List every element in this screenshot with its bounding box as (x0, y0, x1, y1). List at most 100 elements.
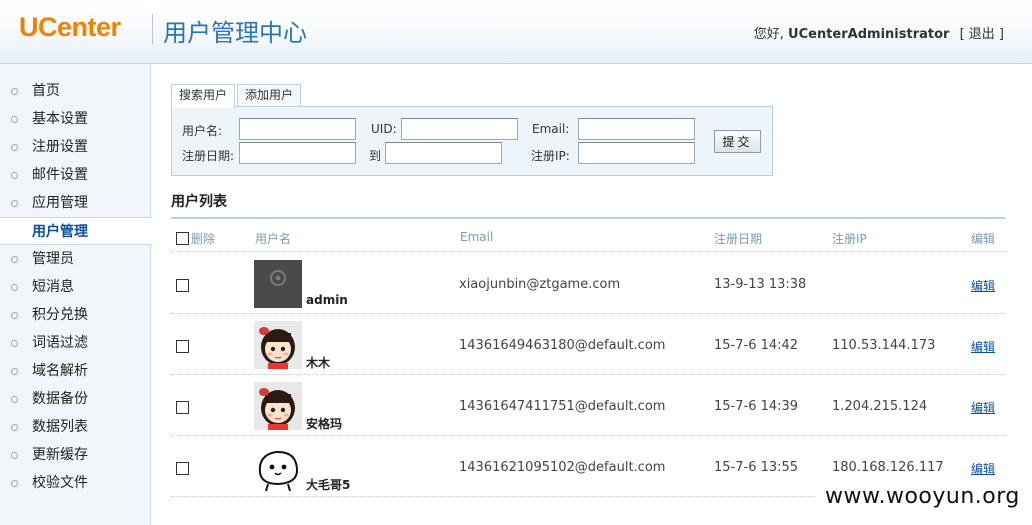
sidebar-menu: 首页基本设置注册设置邮件设置应用管理用户管理管理员短消息积分兑换词语过滤域名解析… (0, 64, 151, 497)
sidebar-item[interactable]: 更新缓存 (0, 441, 150, 469)
bullet-icon (11, 452, 18, 459)
row-delete-checkbox[interactable] (176, 462, 189, 475)
tab-bar: 搜索用户 添加用户 (171, 84, 303, 108)
bullet-icon (11, 88, 18, 95)
sidebar-item[interactable]: 管理员 (0, 245, 150, 273)
sidebar-item-label: 基本设置 (32, 111, 88, 127)
email-input[interactable] (578, 118, 695, 140)
sidebar-item-label: 应用管理 (32, 195, 88, 211)
row-edit-link[interactable]: 编辑 (971, 399, 995, 416)
delete-header-label: 删除 (191, 232, 216, 246)
sidebar-item-label: 域名解析 (32, 363, 88, 379)
row-username: admin (306, 293, 348, 307)
row-edit-link[interactable]: 编辑 (971, 338, 995, 355)
table-row: 木木 14361649463180@default.com 15-7-6 14:42… (171, 314, 1005, 375)
bullet-icon (11, 312, 18, 319)
username-input[interactable] (239, 118, 356, 140)
sidebar-item[interactable]: 用户管理 (0, 217, 151, 245)
bullet-icon (11, 256, 18, 263)
sidebar-item[interactable]: 域名解析 (0, 357, 150, 385)
sidebar-item-label: 首页 (32, 83, 60, 99)
search-form: 用户名: UID: Email: 注册日期: 到 注册IP: 提交 (171, 106, 773, 176)
sidebar-item[interactable]: 校验文件 (0, 469, 150, 497)
sidebar-item-label: 数据备份 (32, 391, 88, 407)
row-regdate: 15-7-6 14:39 (714, 399, 799, 414)
header: UCenter 用户管理中心 您好, UCenterAdministrator … (0, 0, 1032, 64)
uid-label: UID: (371, 122, 397, 136)
watermark: www.wooyun.org (815, 480, 1032, 514)
submit-button[interactable]: 提交 (714, 130, 761, 153)
sidebar-item-label: 更新缓存 (32, 447, 88, 463)
sidebar-item-label: 用户管理 (32, 224, 88, 240)
row-email: 14361649463180@default.com (459, 338, 666, 353)
bullet-icon (11, 480, 18, 487)
sidebar-item-label: 积分兑换 (32, 307, 88, 323)
ucenter-logo[interactable]: UCenter (19, 12, 121, 43)
sidebar-item[interactable]: 应用管理 (0, 189, 150, 217)
greeting-text: 您好, (753, 27, 784, 42)
row-regdate: 13-9-13 13:38 (714, 277, 807, 292)
sidebar-item[interactable]: 数据列表 (0, 413, 150, 441)
sidebar-item[interactable]: 积分兑换 (0, 301, 150, 329)
regdate-to-input[interactable] (385, 142, 502, 164)
username-text: UCenterAdministrator (788, 27, 950, 42)
bullet-icon (11, 340, 18, 347)
sidebar-item-label: 管理员 (32, 251, 74, 267)
row-username: 安格玛 (306, 417, 343, 431)
regdate-from-input[interactable] (239, 142, 356, 164)
sidebar-item-label: 词语过滤 (32, 335, 88, 351)
sidebar-item[interactable]: 基本设置 (0, 105, 150, 133)
logout-link[interactable]: [ 退出 ] (960, 27, 1004, 42)
regip-column-header: 注册IP (832, 232, 867, 246)
tab-add-user[interactable]: 添加用户 (237, 84, 302, 107)
tab-search-users[interactable]: 搜索用户 (171, 84, 236, 108)
regip-label: 注册IP: (531, 149, 570, 163)
sidebar-item[interactable]: 邮件设置 (0, 161, 150, 189)
sidebar-item-label: 短消息 (32, 279, 74, 295)
row-delete-checkbox[interactable] (176, 279, 189, 292)
sidebar-item[interactable]: 注册设置 (0, 133, 150, 161)
list-divider (171, 217, 1005, 219)
row-username: 木木 (306, 356, 331, 370)
bullet-icon (11, 200, 18, 207)
edit-column-header: 编辑 (971, 232, 996, 246)
regip-input[interactable] (578, 142, 695, 164)
sidebar-item-label: 校验文件 (32, 475, 88, 491)
row-regip: 180.168.126.117 (832, 460, 944, 475)
email-column-header: Email (460, 230, 494, 244)
table-row: 安格玛 14361647411751@default.com 15-7-6 14:3… (171, 375, 1005, 436)
bullet-icon (11, 396, 18, 403)
user-avatar[interactable] (254, 260, 302, 308)
user-avatar[interactable] (254, 443, 302, 491)
row-regip: 1.204.215.124 (832, 399, 928, 414)
user-avatar[interactable] (254, 382, 302, 430)
row-regip: 110.53.144.173 (832, 338, 936, 353)
sidebar-item[interactable]: 首页 (0, 77, 150, 105)
regdate-label: 注册日期: (182, 149, 235, 163)
username-column-header: 用户名 (255, 232, 292, 246)
main-content: 搜索用户 添加用户 用户名: UID: Email: 注册日期: 到 注册IP: … (171, 64, 1011, 525)
row-edit-link[interactable]: 编辑 (971, 277, 995, 294)
bullet-icon (11, 116, 18, 123)
row-edit-link[interactable]: 编辑 (971, 460, 995, 477)
select-all-checkbox[interactable] (176, 232, 189, 245)
delete-column-header: 删除 (176, 230, 215, 247)
sidebar-item-label: 数据列表 (32, 419, 88, 435)
username-label: 用户名: (182, 124, 223, 138)
page-title: 用户管理中心 (163, 19, 307, 47)
row-email: 14361621095102@default.com (459, 460, 666, 475)
row-email: xiaojunbin@ztgame.com (459, 277, 621, 292)
row-delete-checkbox[interactable] (176, 401, 189, 414)
uid-input[interactable] (401, 118, 518, 140)
sidebar-item[interactable]: 数据备份 (0, 385, 150, 413)
bullet-icon (11, 368, 18, 375)
bullet-icon (11, 144, 18, 151)
sidebar-item-label: 注册设置 (32, 139, 88, 155)
sidebar-item[interactable]: 词语过滤 (0, 329, 150, 357)
regdate-column-header: 注册日期 (714, 232, 763, 246)
row-regdate: 15-7-6 13:55 (714, 460, 799, 475)
row-delete-checkbox[interactable] (176, 340, 189, 353)
user-avatar[interactable] (254, 321, 302, 369)
sidebar-item[interactable]: 短消息 (0, 273, 150, 301)
sidebar: 首页基本设置注册设置邮件设置应用管理用户管理管理员短消息积分兑换词语过滤域名解析… (0, 64, 151, 525)
